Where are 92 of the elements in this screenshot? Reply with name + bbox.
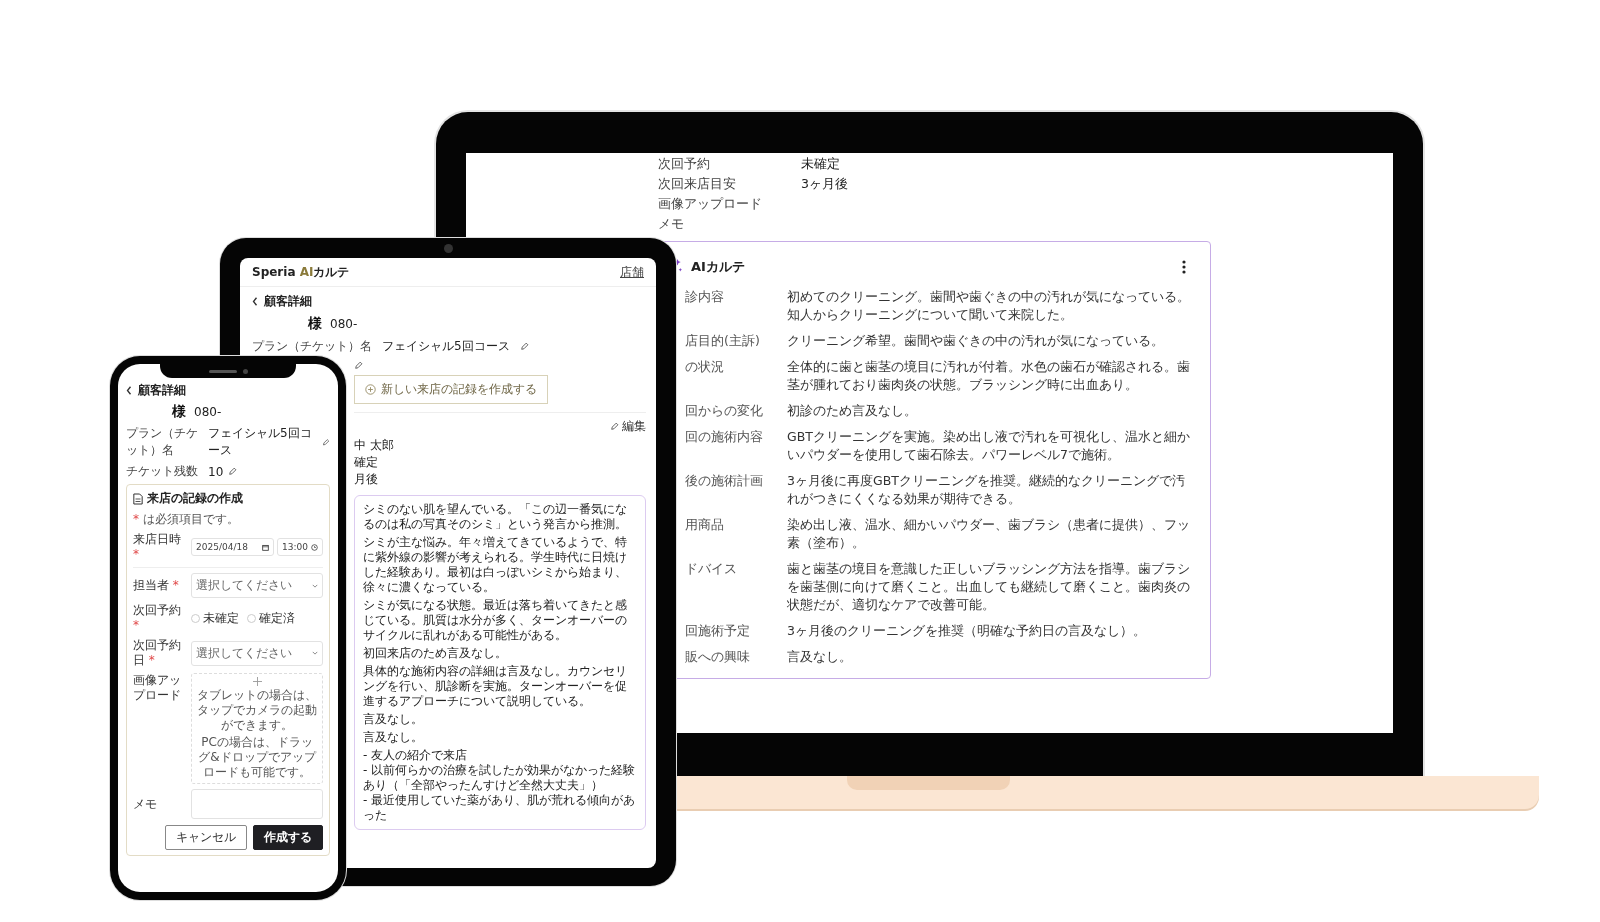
field-label: メモ bbox=[133, 796, 158, 812]
field-value: 10 bbox=[208, 464, 224, 479]
row-text: 初めてのクリーニング。歯間や歯ぐきの中の汚れが気になっている。知人からクリーニングについて聞いて来院した。 bbox=[787, 288, 1191, 324]
field-label: 次回来店目安 bbox=[658, 175, 737, 193]
row-text: 歯と歯茎の境目を意識した正しいブラッシング方法を指導。歯ブラシを歯茎側に向けて磨くこと。出血しても継続して磨くこと。歯肉炎の状態だが、適切なケアで改善可能。 bbox=[787, 560, 1191, 614]
field-value: フェイシャル5回コース bbox=[382, 338, 510, 355]
pencil-icon[interactable] bbox=[354, 361, 363, 370]
upload-hint: PCの場合は、ドラッグ&ドロップでアップロードも可能です。 bbox=[197, 735, 318, 780]
edit-button[interactable]: 編集 bbox=[610, 418, 646, 435]
row-label: ドバイス bbox=[685, 560, 738, 578]
row-text: GBTクリーニングを実施。染め出し液で汚れを可視化し、温水と細かいパウダーを使用して歯石除去。パワーレベル7で施術。 bbox=[787, 428, 1191, 464]
note-text: シミのない肌を望んでいる。「この辺一番気になるのは私の写真そのシミ」という発言から推測。 bbox=[363, 502, 628, 532]
field-label: メモ bbox=[658, 215, 685, 233]
row-label: 回からの変化 bbox=[685, 402, 764, 420]
tablet-camera bbox=[444, 244, 453, 253]
plus-icon bbox=[252, 677, 262, 686]
note-text: 言及なし。 bbox=[363, 712, 424, 727]
form-title: 来店の記録の作成 bbox=[147, 490, 243, 507]
phone-number: 080- bbox=[194, 405, 222, 419]
form-button[interactable]: キャンセル bbox=[165, 825, 247, 850]
caret-icon bbox=[312, 651, 318, 655]
pencil-icon[interactable] bbox=[519, 342, 529, 351]
row-label: 診内容 bbox=[685, 288, 725, 306]
back-icon[interactable] bbox=[252, 297, 258, 306]
row-text: 初診のため言及なし。 bbox=[787, 402, 918, 420]
field-value: 3ヶ月後 bbox=[801, 175, 849, 193]
date-field[interactable]: 2025/04/18 bbox=[191, 538, 274, 556]
select-field[interactable]: 選択してください bbox=[191, 573, 323, 598]
note-text: シミが主な悩み。年々増えてきているようで、特に紫外線の影響が考えられる。学生時代に日焼けした経験あり。最初は白っぽいシミから始まり、徐々に濃くなっている。 bbox=[363, 535, 628, 595]
more-icon[interactable] bbox=[1182, 260, 1186, 274]
field-value: 未確定 bbox=[801, 155, 841, 173]
phone-number: 080- bbox=[330, 317, 358, 331]
row-text: 全体的に歯と歯茎の境目に汚れが付着。水色の歯石が確認される。歯茎が腫れており歯肉炎の状態。ブラッシング時に出血あり。 bbox=[787, 358, 1191, 394]
row-text: 3ヶ月後のクリーニングを推奨（明確な予約日の言及なし）。 bbox=[787, 622, 1147, 640]
calendar-icon bbox=[262, 543, 269, 551]
page-title: 顧客詳細 bbox=[138, 382, 186, 399]
field-value: フェイシャル5回コース bbox=[208, 425, 313, 459]
time-field[interactable]: 13:00 bbox=[277, 538, 323, 556]
row-label: 回施術予定 bbox=[685, 622, 751, 640]
store-link[interactable]: 店舗 bbox=[620, 263, 644, 281]
row-label: 販への興味 bbox=[685, 648, 751, 666]
back-icon[interactable] bbox=[126, 386, 132, 395]
field-label: 来店日時 * bbox=[133, 532, 182, 562]
note-text: シミが気になる状態。最近は落ち着いてきたと感じている。肌質は水分が多く、ターンオーバーのサイクルに乱れがある可能性がある。 bbox=[363, 598, 628, 643]
row-label: 後の施術計画 bbox=[685, 472, 764, 490]
upload-hint: タブレットの場合は、タップでカメラの起動ができます。 bbox=[196, 688, 318, 733]
field-label: 次回予約 bbox=[658, 155, 711, 173]
honorific: 様 bbox=[172, 403, 186, 421]
upload-dropzone[interactable]: タブレットの場合は、タップでカメラの起動ができます。 PCの場合は、ドラッグ&ドロップでアップロードも可能です。 bbox=[191, 673, 323, 784]
app-logo: Speria AIカルテ bbox=[252, 263, 350, 281]
row-text: 染め出し液、温水、細かいパウダー、歯ブラシ（患者に提供）、フッ素（塗布）。 bbox=[787, 516, 1191, 552]
clock-icon bbox=[311, 543, 318, 551]
field-label: 画像アップロード bbox=[658, 195, 763, 213]
document-icon bbox=[133, 492, 143, 505]
note-item: - 最近使用していた薬があり、肌が荒れる傾向があった bbox=[363, 793, 637, 823]
select-field[interactable]: 選択してください bbox=[191, 640, 323, 666]
pencil-icon bbox=[610, 422, 619, 431]
row-label: の状況 bbox=[685, 358, 725, 376]
form-button[interactable]: 作成する bbox=[253, 825, 323, 850]
caret-icon bbox=[312, 583, 318, 588]
field-value: 確定 bbox=[354, 455, 378, 469]
field-value: 中 太郎 bbox=[354, 438, 394, 452]
new-visit-button[interactable]: 新しい来店の記録を作成する bbox=[354, 375, 548, 404]
honorific: 様 bbox=[308, 315, 322, 333]
field-value: 月後 bbox=[354, 472, 378, 486]
field-label: 担当者 * bbox=[133, 578, 180, 593]
card-title: AIカルテ bbox=[691, 258, 745, 276]
field-label: 画像アップロード bbox=[133, 673, 182, 703]
note-item: - 以前何らかの治療を試したが効果がなかった経験あり（「全部やったんすけど全然大丈夫」） bbox=[363, 763, 637, 793]
row-text: 3ヶ月後に再度GBTクリーニングを推奨。継続的なクリーニングで汚れがつきにくくなる効果が期待できる。 bbox=[787, 472, 1186, 508]
field-label: プラン（チケット）名 bbox=[126, 425, 199, 459]
row-label: 用商品 bbox=[685, 516, 725, 534]
note-item: - 友人の紹介で来店 bbox=[363, 748, 469, 763]
field-label: 次回予約 * bbox=[133, 603, 182, 633]
row-label: 回の施術内容 bbox=[685, 428, 764, 446]
note-text: 初回来店のため言及なし。 bbox=[363, 646, 508, 661]
row-text: クリーニング希望。歯間や歯ぐきの中の汚れが気になっている。 bbox=[787, 332, 1165, 350]
pencil-icon[interactable] bbox=[322, 437, 330, 447]
plus-circle-icon bbox=[365, 384, 376, 395]
row-text: 言及なし。 bbox=[787, 648, 853, 666]
pencil-icon[interactable] bbox=[228, 467, 238, 476]
note-text: 言及なし。 bbox=[363, 730, 424, 745]
radio-label: 未確定 bbox=[203, 609, 239, 627]
field-label: プラン（チケット）名 bbox=[252, 338, 372, 355]
row-label: 店目的(主訴) bbox=[685, 332, 761, 350]
page-title: 顧客詳細 bbox=[264, 293, 312, 310]
memo-field[interactable] bbox=[191, 789, 323, 819]
field-label: 次回予約日 * bbox=[133, 638, 182, 668]
required-note: * は必須項目です。 bbox=[133, 511, 240, 528]
radio-label: 確定済 bbox=[259, 609, 295, 627]
field-label: チケット残数 bbox=[126, 463, 199, 480]
note-text: 具体的な施術内容の詳細は言及なし。カウンセリングを行い、肌診断を実施。ターンオーバーを促進するアプローチについて説明している。 bbox=[363, 664, 628, 709]
